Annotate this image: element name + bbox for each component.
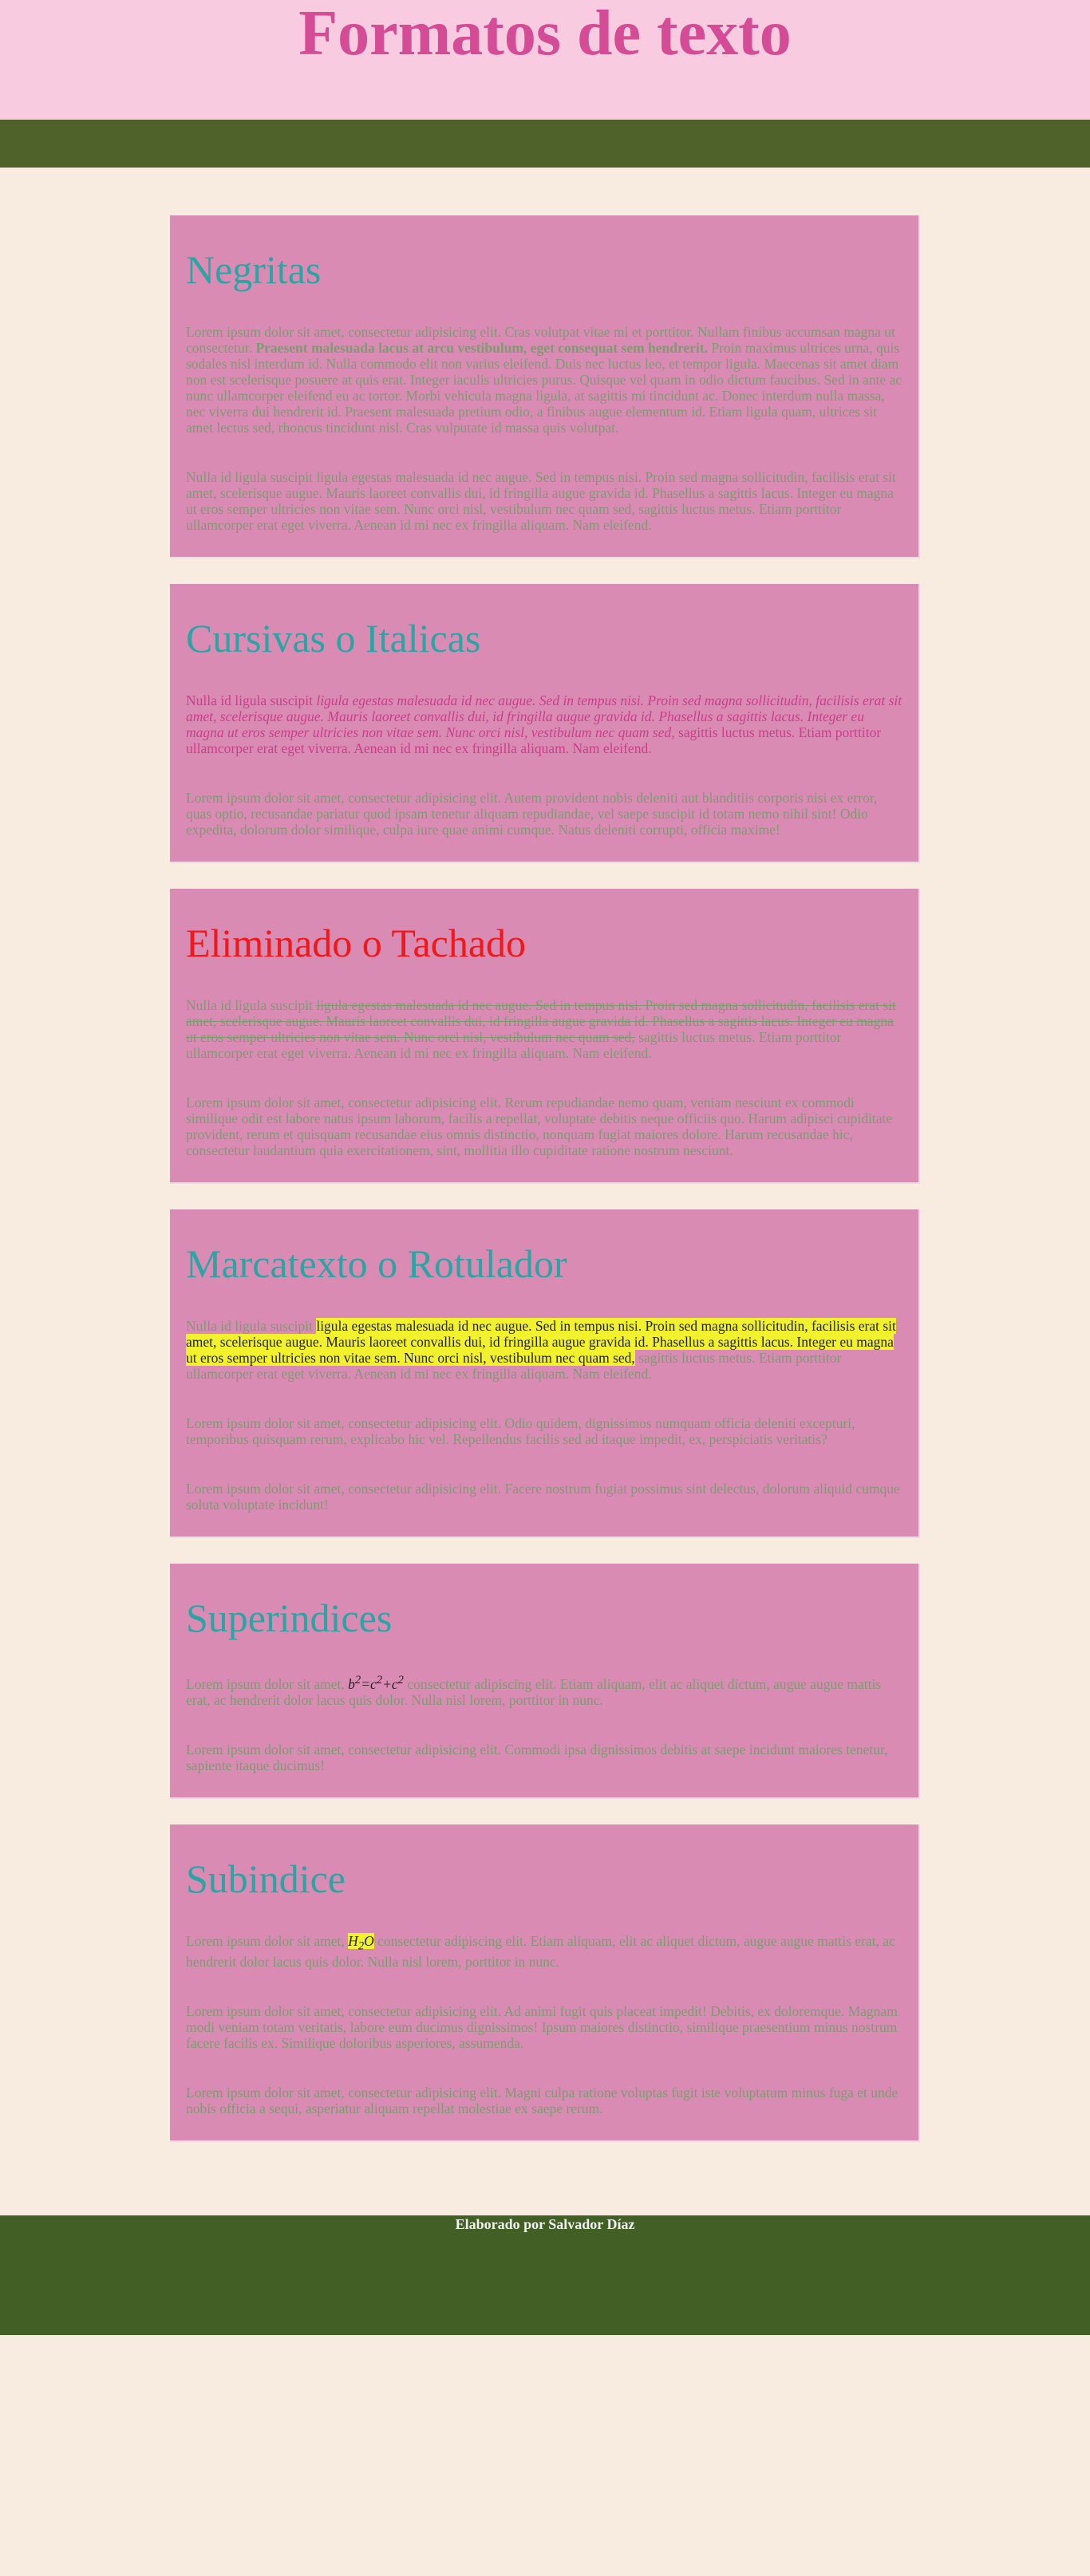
section-title: Negritas <box>186 247 322 292</box>
superscript: 2 <box>376 1674 383 1686</box>
section-title: Subindice <box>186 1856 346 1901</box>
bold-text: Praesent malesuada lacus at arcu vestibu… <box>255 340 709 356</box>
text: Lorem ipsum dolor sit amet, <box>186 1675 349 1692</box>
page-title: Formatos de texto <box>298 0 792 69</box>
text: Nulla id ligula suscipit <box>186 997 317 1013</box>
text: Nulla id ligula suscipit <box>186 1318 317 1334</box>
formula-var: O <box>364 1932 374 1949</box>
section-strike: Eliminado o Tachado Nulla id ligula susc… <box>170 889 920 1184</box>
paragraph: Nulla id ligula suscipit ligula egestas … <box>186 469 896 533</box>
section-italic: Cursivas o Italicas Nulla id ligula susc… <box>170 584 920 863</box>
subscript: 2 <box>357 1939 365 1953</box>
section-title: Cursivas o Italicas <box>186 616 481 661</box>
paragraph: Lorem ipsum dolor sit amet, b2=c2+c2 con… <box>186 1672 902 1708</box>
chemical-formula: H2O <box>348 1932 374 1953</box>
text: Lorem ipsum dolor sit amet, <box>186 1932 349 1949</box>
paragraph: Lorem ipsum dolor sit amet, consectetur … <box>186 1095 893 1158</box>
paragraph: Lorem ipsum dolor sit amet, consectetur … <box>186 790 878 838</box>
section-title: Superindices <box>186 1596 393 1640</box>
paragraph: Lorem ipsum dolor sit amet, consectetur … <box>186 1415 855 1447</box>
paragraph: Lorem ipsum dolor sit amet, consectetur … <box>186 2003 898 2052</box>
superscript: 2 <box>397 1674 404 1686</box>
formula-var: b <box>348 1675 355 1692</box>
paragraph: Lorem ipsum dolor sit amet, H2O consecte… <box>186 1932 902 1970</box>
section-bold: Negritas Lorem ipsum dolor sit amet, con… <box>170 215 920 558</box>
formula-var: H <box>348 1932 358 1949</box>
text: Nulla id ligula suscipit <box>186 692 317 708</box>
paragraph: Nulla id ligula suscipit ligula egestas … <box>186 692 902 756</box>
page-footer: Elaborado por Salvador Díaz <box>0 2215 1090 2336</box>
page-header: Formatos de texto <box>0 0 1090 120</box>
formula: b2=c2+c2 <box>348 1674 404 1692</box>
section-title: Marcatexto o Rotulador <box>186 1241 567 1286</box>
footer-credit: Elaborado por Salvador Díaz <box>455 2216 635 2233</box>
formula-var: =c <box>361 1675 377 1692</box>
paragraph: Lorem ipsum dolor sit amet, consectetur … <box>186 2085 898 2117</box>
paragraph: Nulla id ligula suscipit ligula egestas … <box>186 1318 902 1382</box>
section-title: Eliminado o Tachado <box>186 921 527 965</box>
section-subscript: Subindice Lorem ipsum dolor sit amet, H2… <box>170 1824 920 2143</box>
section-superscript: Superindices Lorem ipsum dolor sit amet,… <box>170 1564 920 1799</box>
main-content: Negritas Lorem ipsum dolor sit amet, con… <box>0 168 1090 2215</box>
paragraph: Lorem ipsum dolor sit amet, consectetur … <box>186 1481 900 1513</box>
paragraph: Nulla id ligula suscipit ligula egestas … <box>186 997 902 1061</box>
nav-bar <box>0 120 1090 168</box>
paragraph: Lorem ipsum dolor sit amet, consectetur … <box>186 324 902 436</box>
formula-var: +c <box>382 1675 398 1692</box>
paragraph: Lorem ipsum dolor sit amet, consectetur … <box>186 1741 888 1773</box>
section-highlight: Marcatexto o Rotulador Nulla id ligula s… <box>170 1209 920 1538</box>
